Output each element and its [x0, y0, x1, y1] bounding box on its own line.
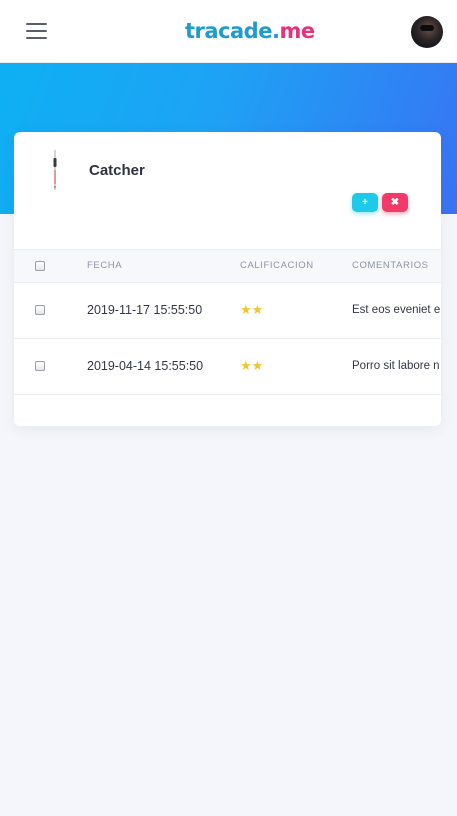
logo-text-main: tracade. [185, 19, 280, 43]
logo[interactable]: tracade.me [185, 17, 315, 45]
table-header: FECHA CALIFICACION COMENTARIOS [14, 249, 441, 283]
row-checkbox[interactable] [35, 361, 45, 371]
row-comment: Porro sit labore n [352, 360, 440, 372]
row-date: 2019-11-17 15:55:50 [87, 303, 203, 317]
column-header-calificacion[interactable]: CALIFICACION [240, 250, 314, 282]
catcher-image-icon [53, 150, 57, 190]
logo-text-accent: me [279, 19, 315, 43]
table-row[interactable]: 2019-11-17 15:55:50 ★★ Est eos eveniet e [14, 283, 441, 339]
avatar[interactable] [411, 16, 443, 48]
column-header-comentarios[interactable]: COMENTARIOS [352, 250, 429, 282]
top-bar: tracade.me [0, 0, 457, 63]
row-checkbox[interactable] [35, 305, 45, 315]
menu-icon[interactable] [26, 22, 47, 40]
remove-button[interactable]: ✖ [382, 193, 408, 212]
product-title: Catcher [89, 162, 145, 179]
add-button[interactable]: + [352, 193, 378, 212]
row-comment: Est eos eveniet e [352, 304, 441, 316]
row-rating-stars: ★★ [240, 358, 264, 373]
row-rating-stars: ★★ [240, 302, 264, 317]
column-header-fecha[interactable]: FECHA [87, 250, 122, 282]
table-row[interactable]: 2019-04-14 15:55:50 ★★ Porro sit labore … [14, 339, 441, 395]
select-all-checkbox[interactable] [35, 261, 45, 271]
row-date: 2019-04-14 15:55:50 [87, 359, 204, 373]
product-card: Catcher + ✖ FECHA CALIFICACION COMENTARI… [14, 132, 441, 426]
